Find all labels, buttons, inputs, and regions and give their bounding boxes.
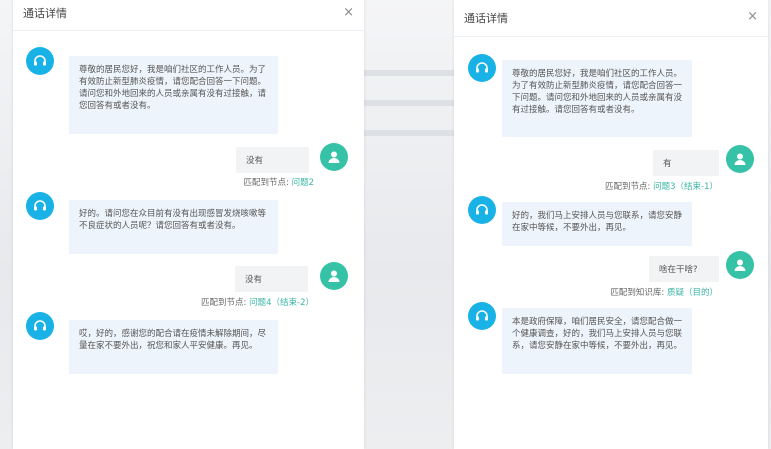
- node-match-label: 匹配到节点:: [605, 182, 651, 192]
- message-bubble-user: 啥在干啥?: [649, 256, 719, 282]
- background-stripe: [360, 70, 460, 76]
- user-avatar-person-icon: [320, 262, 348, 290]
- bot-avatar-headset-icon: [26, 312, 54, 340]
- bot-avatar-headset-icon: [26, 192, 54, 220]
- close-icon[interactable]: ×: [747, 9, 758, 24]
- bot-avatar-headset-icon: [468, 54, 496, 82]
- node-match-link[interactable]: 问题4（结束-2）: [249, 298, 314, 308]
- close-icon[interactable]: ×: [343, 5, 354, 20]
- call-detail-panel-left: 通话详情 × 尊敬的居民您好，我是咱们社区的工作人员。为了有效防止新型肺炎疫情，…: [13, 0, 364, 449]
- bot-avatar-headset-icon: [468, 302, 496, 330]
- background-stripe: [360, 100, 460, 106]
- message-bubble-bot: 哎，好的，感谢您的配合请在疫情未解除期间，尽量在家不要外出，祝您和家人平安健康。…: [69, 320, 278, 374]
- node-match-link[interactable]: 质疑（目的）: [667, 288, 718, 298]
- message-bubble-bot: 好的，我们马上安排人员与您联系，请您安静在家中等候，不要外出，再见。: [502, 202, 692, 246]
- panel-header: 通话详情 ×: [13, 0, 364, 31]
- node-match-link[interactable]: 问题2: [292, 178, 314, 188]
- message-bubble-bot: 尊敬的居民您好，我是咱们社区的工作人员。为了有效防止新型肺炎疫情，请您配合回答一…: [502, 60, 692, 137]
- panel-title: 通话详情: [464, 12, 508, 25]
- user-avatar-person-icon: [726, 251, 754, 279]
- node-match-label: 匹配到知识库:: [610, 288, 665, 298]
- bot-avatar-headset-icon: [468, 196, 496, 224]
- message-bubble-bot: 本是政府保障，咱们居民安全，请您配合做一个健康调查，好的，我们马上安排人员与您联…: [502, 308, 692, 374]
- panel-header: 通话详情 ×: [454, 0, 768, 37]
- bot-avatar-headset-icon: [26, 47, 54, 75]
- node-match-link[interactable]: 问题3（结束-1）: [653, 182, 718, 192]
- node-match-label: 匹配到节点:: [243, 178, 289, 188]
- node-match-info: 匹配到节点: 问题4（结束-2）: [201, 296, 314, 308]
- background-stripe: [360, 130, 460, 136]
- message-bubble-bot: 好的。请问您在众目前有没有出现感冒发烧咳嗽等不良症状的人员呢？请您回答有或者没有…: [69, 200, 278, 254]
- node-match-label: 匹配到节点:: [201, 298, 247, 308]
- message-bubble-bot: 尊敬的居民您好，我是咱们社区的工作人员。为了有效防止新型肺炎疫情，请您配合回答一…: [69, 56, 278, 134]
- message-bubble-user: 没有: [235, 266, 308, 292]
- panel-title: 通话详情: [23, 7, 67, 20]
- message-bubble-user: 有: [653, 150, 719, 176]
- user-avatar-person-icon: [726, 145, 754, 173]
- call-detail-panel-right: 通话详情 × 尊敬的居民您好，我是咱们社区的工作人员。为了有效防止新型肺炎疫情，…: [454, 0, 768, 449]
- user-avatar-person-icon: [320, 143, 348, 171]
- node-match-info: 匹配到节点: 问题2: [244, 176, 315, 188]
- node-match-info: 匹配到知识库: 质疑（目的）: [610, 286, 718, 298]
- message-bubble-user: 没有: [236, 147, 309, 173]
- node-match-info: 匹配到节点: 问题3（结束-1）: [605, 180, 718, 192]
